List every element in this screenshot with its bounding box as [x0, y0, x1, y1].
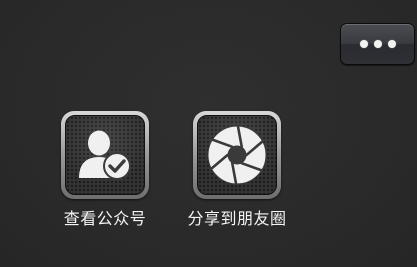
tile-label: 分享到朋友圈	[187, 209, 287, 228]
screen: 查看公众号 分享到朋友圈	[0, 0, 417, 267]
tile-label: 查看公众号	[63, 209, 147, 228]
view-official-account-button[interactable]: 查看公众号	[41, 111, 169, 229]
icon-frame	[61, 111, 149, 199]
camera-aperture-icon	[197, 115, 277, 195]
share-to-moments-button[interactable]: 分享到朋友圈	[173, 111, 301, 229]
more-button[interactable]	[340, 23, 415, 65]
more-dots-icon	[387, 40, 396, 48]
more-dots-icon	[373, 40, 382, 48]
icon-frame	[193, 111, 281, 199]
user-check-icon	[65, 115, 145, 195]
more-dots-icon	[359, 40, 368, 48]
